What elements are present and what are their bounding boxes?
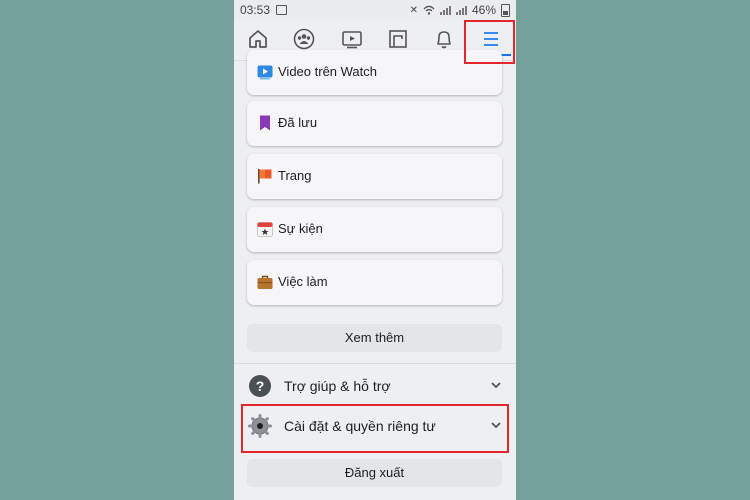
saved-icon (260, 115, 270, 131)
help-support-row[interactable]: ? Trợ giúp & hỗ trợ (234, 367, 516, 407)
battery-icon (501, 3, 510, 17)
shortcut-label: Việc làm (278, 274, 328, 289)
groups-tab[interactable] (291, 26, 317, 52)
notifications-tab[interactable] (431, 26, 457, 52)
groups-icon (293, 28, 315, 50)
watch-icon (342, 31, 362, 49)
chevron-down-icon (491, 382, 501, 389)
section-divider (234, 363, 516, 364)
see-more-button[interactable]: Xem thêm (247, 324, 502, 352)
shortcut-events[interactable]: Sự kiện (247, 207, 502, 252)
image-notification-icon (276, 5, 287, 15)
signal-2-icon (455, 5, 467, 15)
status-time: 03:53 (240, 3, 271, 17)
home-icon (249, 30, 267, 48)
wifi-icon (423, 5, 435, 15)
shortcut-label: Sự kiện (278, 221, 323, 236)
menu-highlight-box (464, 20, 515, 64)
home-tab[interactable] (245, 26, 271, 52)
shortcut-label: Video trên Watch (278, 64, 377, 79)
watch-icon (257, 65, 273, 80)
question-mark-icon: ? (249, 375, 271, 397)
settings-highlight-box (241, 404, 509, 453)
battery-level: 46% (471, 3, 496, 17)
status-bar: 03:53 ✕ 46% (234, 0, 516, 20)
logout-button[interactable]: Đăng xuất (247, 459, 502, 487)
flag-icon (258, 169, 272, 184)
shortcut-saved[interactable]: Đã lưu (247, 101, 502, 146)
shortcut-jobs[interactable]: Việc làm (247, 260, 502, 305)
mute-icon: ✕ (409, 4, 418, 16)
shortcut-label: Trang (278, 168, 312, 183)
shortcut-label: Đã lưu (278, 115, 318, 130)
marketplace-tab[interactable] (385, 26, 411, 52)
watch-tab[interactable] (339, 26, 365, 52)
shortcut-pages[interactable]: Trang (247, 154, 502, 199)
help-support-label: Trợ giúp & hỗ trợ (284, 378, 391, 394)
notifications-icon (437, 31, 451, 49)
briefcase-icon (257, 275, 273, 289)
marketplace-icon (389, 30, 407, 48)
calendar-icon (257, 222, 273, 237)
signal-icon (439, 5, 451, 15)
